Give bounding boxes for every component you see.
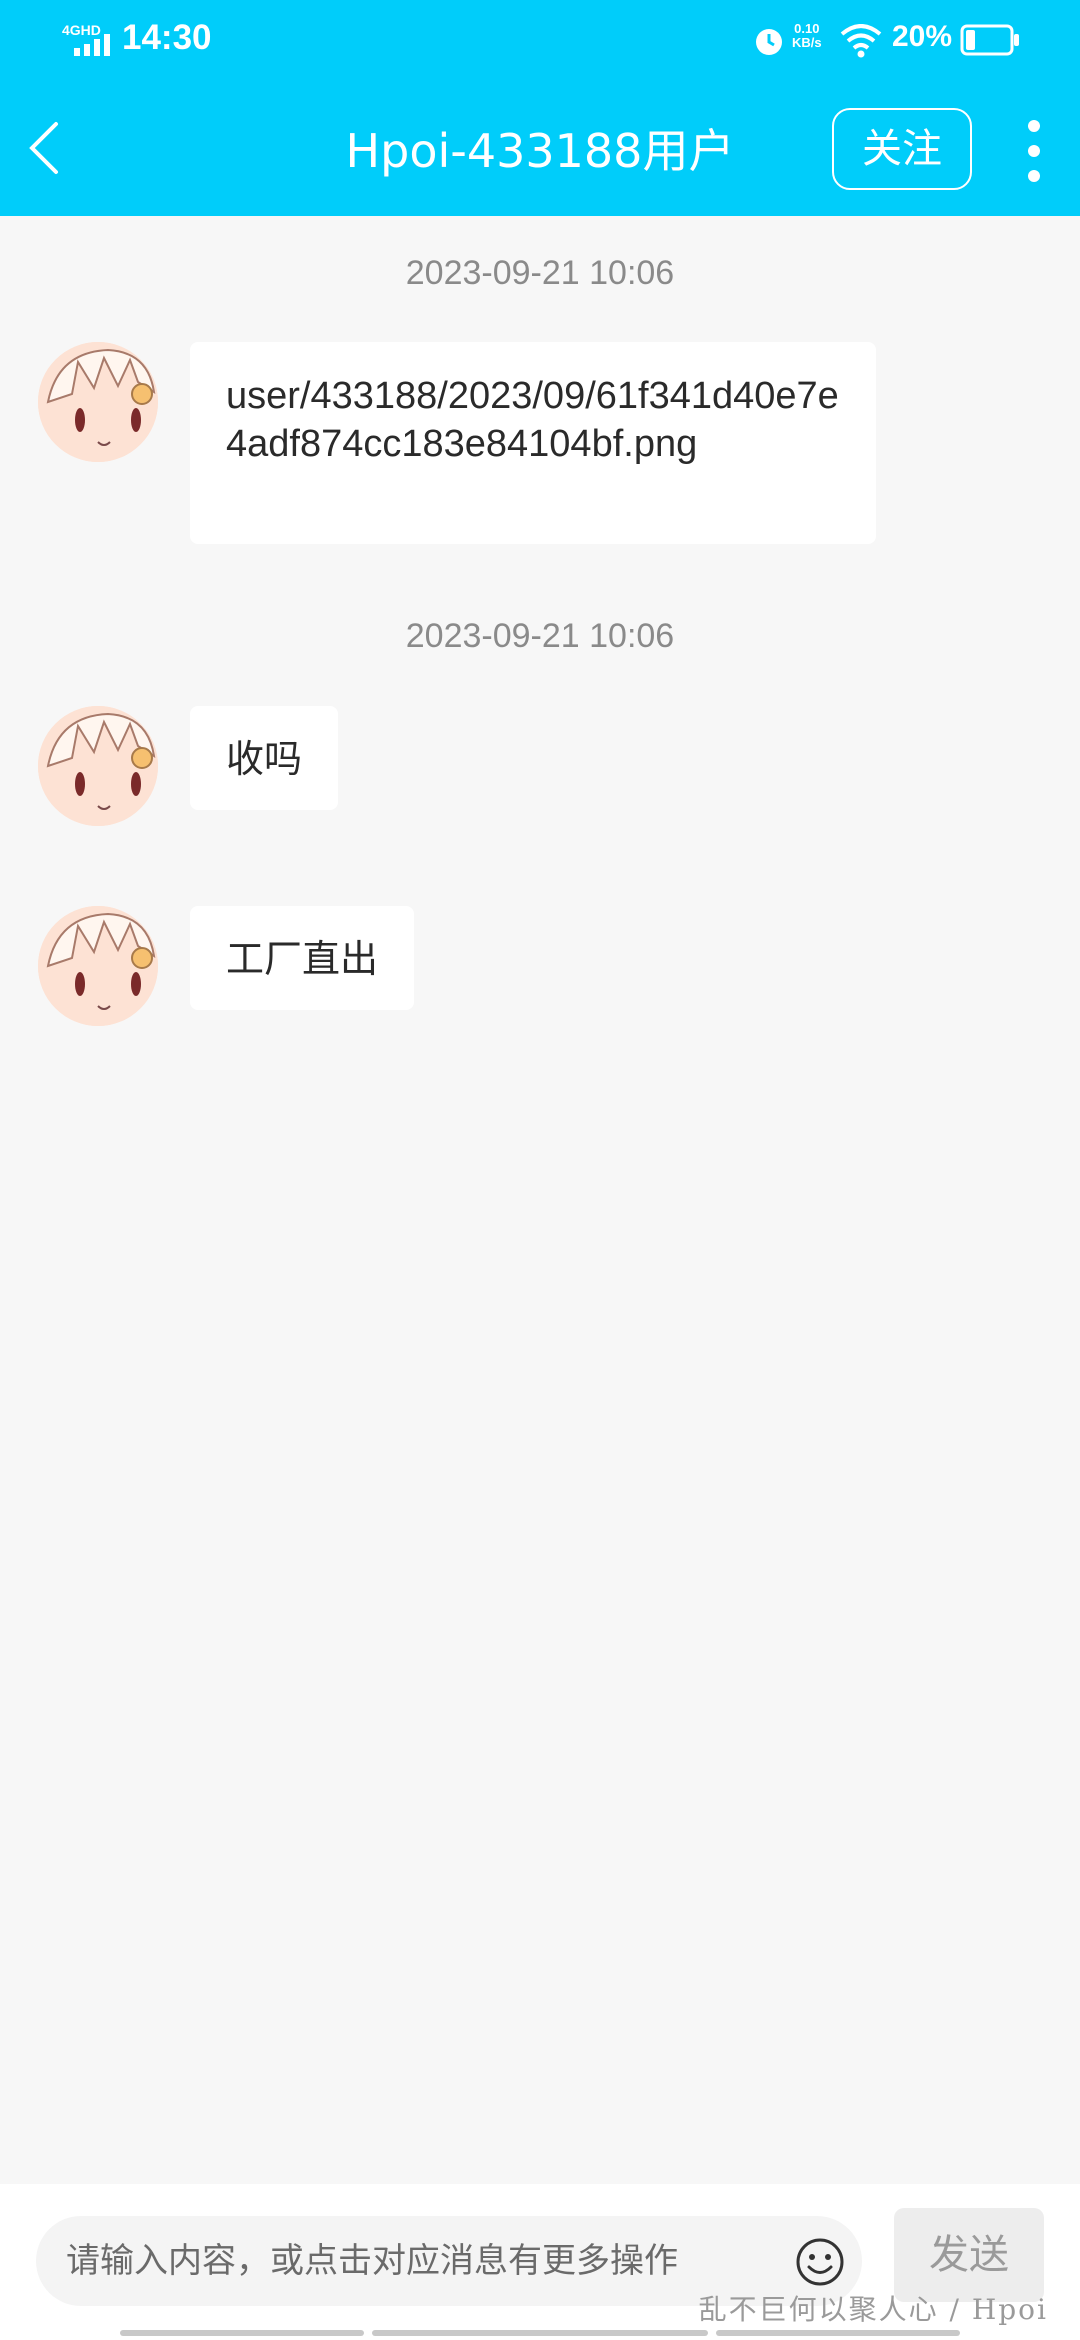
watermark: 乱不巨何以聚人心 / Hpoi [698, 2293, 1048, 2326]
nav-indicator [372, 2330, 708, 2336]
network-speed: 0.10 KB/s [792, 22, 822, 50]
avatar-image [38, 706, 158, 826]
message-bubble[interactable]: 收吗 [190, 706, 339, 810]
message-text: 工厂直出 [226, 939, 379, 981]
avatar[interactable] [38, 342, 158, 462]
battery-icon [960, 24, 1019, 56]
follow-button[interactable]: 关注 [832, 108, 972, 190]
nav-indicator [716, 2330, 960, 2336]
battery-percent: 20% [892, 20, 953, 53]
speed-value: 0.10 [794, 21, 820, 36]
avatar[interactable] [38, 906, 158, 1026]
input-placeholder: 请输入内容，或点击对应消息有更多操作 [66, 2241, 678, 2281]
message-bubble[interactable]: 工厂直出 [190, 906, 415, 1010]
avatar[interactable] [38, 706, 158, 826]
more-icon[interactable] [1024, 118, 1044, 184]
emoji-icon[interactable] [794, 2236, 846, 2288]
message-text: 收吗 [226, 739, 303, 781]
header-bar: 4GHD 14:30 0.10 KB/s 20% Hpoi-433188用户 关… [0, 0, 1080, 216]
input-bar: 请输入内容，或点击对应消息有更多操作 发送 乱不巨何以聚人心 / Hpoi [0, 2184, 1080, 2340]
message-timestamp: 2023-09-21 10:06 [405, 617, 675, 655]
avatar-image [38, 906, 158, 1026]
signal-icon [74, 34, 110, 56]
message-text: user/433188/2023/09/61f341d40e7e4adf874c… [226, 375, 839, 465]
avatar-image [38, 342, 158, 462]
wifi-icon [840, 24, 882, 58]
nav-indicator [120, 2330, 364, 2336]
speed-unit: KB/s [792, 35, 822, 50]
message-timestamp: 2023-09-21 10:06 [405, 254, 675, 292]
status-time: 14:30 [122, 18, 212, 57]
alarm-icon [756, 29, 782, 55]
message-bubble[interactable]: user/433188/2023/09/61f341d40e7e4adf874c… [190, 342, 876, 544]
